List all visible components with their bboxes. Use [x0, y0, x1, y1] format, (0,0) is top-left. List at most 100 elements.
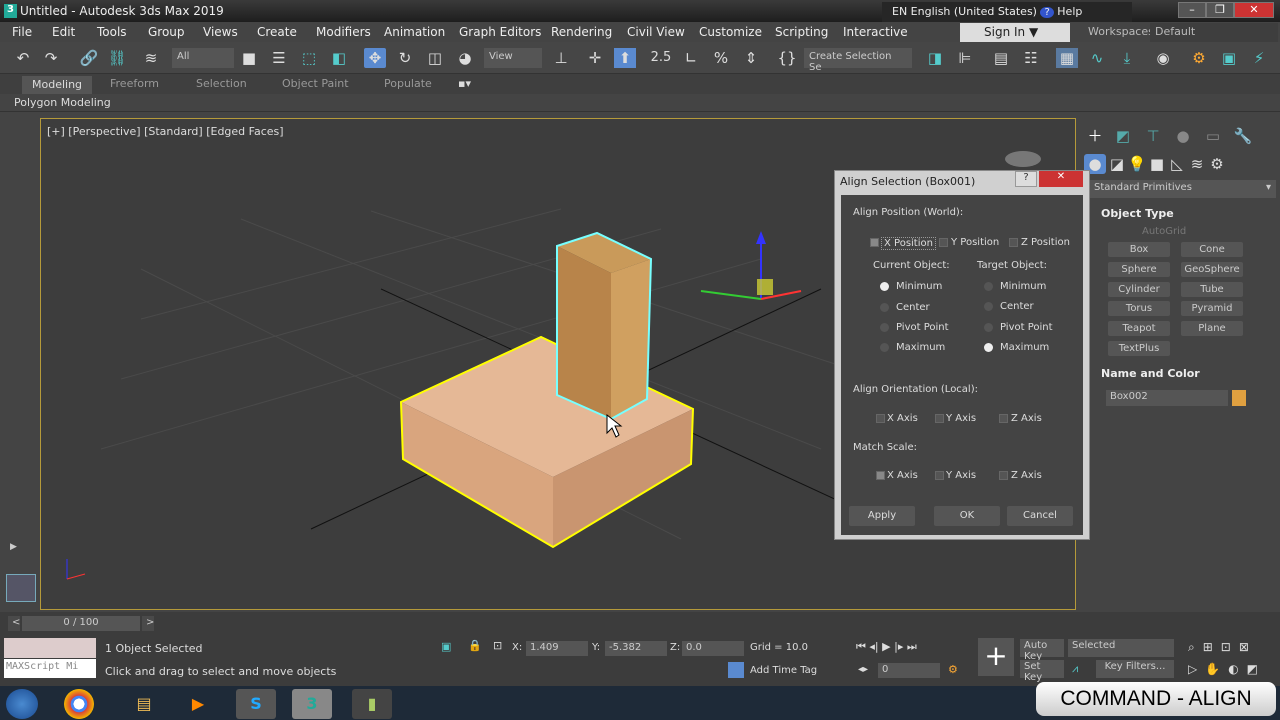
playback-controls[interactable]: ⏮ ◂| ▶ |▸ ⏭ — [856, 640, 917, 654]
named-selection-dropdown[interactable]: Create Selection Se — [804, 48, 912, 73]
orient-z-checkbox[interactable] — [999, 414, 1008, 423]
shapes-icon[interactable]: ◪ — [1106, 154, 1128, 174]
add-time-tag[interactable]: Add Time Tag — [750, 665, 817, 676]
target-pivot-radio[interactable] — [984, 323, 993, 332]
menu-file[interactable]: File — [12, 25, 32, 39]
pivot-center-icon[interactable]: ⊥ — [550, 48, 572, 68]
plane-button[interactable]: Plane — [1181, 321, 1243, 336]
x-coordinate-field[interactable]: 1.409 — [526, 641, 588, 656]
menu-views[interactable]: Views — [203, 25, 238, 39]
ok-button[interactable]: OK — [934, 506, 1000, 526]
target-pivot-label[interactable]: Pivot Point — [1000, 322, 1053, 333]
z-coordinate-field[interactable]: 0.0 — [682, 641, 744, 656]
orient-x-checkbox[interactable] — [876, 414, 885, 423]
current-pivot-radio[interactable] — [880, 323, 889, 332]
menu-tools[interactable]: Tools — [97, 25, 127, 39]
3dsmax-taskbar-icon[interactable]: 3 — [292, 689, 332, 719]
undo-icon[interactable]: ↶ — [12, 48, 34, 68]
orient-x-label[interactable]: X Axis — [887, 413, 918, 424]
apply-button[interactable]: Apply — [849, 506, 915, 526]
toggle-ribbon-icon[interactable]: ▦ — [1056, 48, 1078, 68]
geosphere-button[interactable]: GeoSphere — [1181, 262, 1243, 277]
z-position-label[interactable]: Z Position — [1021, 237, 1070, 248]
key-filters-button[interactable]: Key Filters... — [1096, 660, 1174, 678]
scale-z-checkbox[interactable] — [999, 471, 1008, 480]
render-frame-icon[interactable]: ▣ — [1218, 48, 1240, 68]
menu-rendering[interactable]: Rendering — [551, 25, 612, 39]
pan-icon[interactable]: ✋ — [1205, 662, 1228, 676]
default-tangent-icon[interactable]: ⩘ — [1072, 662, 1078, 676]
menu-animation[interactable]: Animation — [384, 25, 445, 39]
target-center-radio[interactable] — [984, 302, 993, 311]
snap-toggle-icon[interactable]: 2.5 — [650, 48, 672, 68]
textplus-button[interactable]: TextPlus — [1108, 341, 1170, 356]
current-pivot-label[interactable]: Pivot Point — [896, 322, 949, 333]
menu-scripting[interactable]: Scripting — [775, 25, 828, 39]
select-object-icon[interactable]: ■ — [238, 48, 260, 68]
link-icon[interactable]: 🔗 — [78, 48, 100, 68]
help-label[interactable]: Help — [1057, 5, 1082, 18]
orient-z-label[interactable]: Z Axis — [1011, 413, 1042, 424]
maxscript-listener[interactable] — [4, 638, 96, 658]
maxscript-mini-input[interactable]: MAXScript Mi — [4, 659, 96, 678]
menu-edit[interactable]: Edit — [52, 25, 75, 39]
scale-y-checkbox[interactable] — [935, 471, 944, 480]
keyboard-shortcut-override-icon[interactable]: ⬆ — [614, 48, 636, 68]
help-icon[interactable]: ? — [1040, 7, 1054, 18]
tab-populate[interactable]: Populate — [384, 77, 432, 90]
tab-selection[interactable]: Selection — [196, 77, 247, 90]
unlink-icon[interactable]: ⛓ — [106, 48, 128, 68]
target-minimum-radio[interactable] — [984, 282, 993, 291]
maximize-viewport-icon[interactable]: ◩ — [1247, 662, 1266, 676]
polygon-modeling-label[interactable]: Polygon Modeling — [14, 96, 111, 109]
menu-civil-view[interactable]: Civil View — [627, 25, 685, 39]
dialog-close-button[interactable]: ✕ — [1039, 171, 1083, 187]
scale-z-label[interactable]: Z Axis — [1011, 470, 1042, 481]
select-move-icon[interactable]: ✥ — [364, 48, 386, 68]
menu-interactive[interactable]: Interactive — [843, 25, 908, 39]
time-slider[interactable]: 0 / 100 — [22, 616, 140, 631]
workspace-dropdown[interactable]: Default — [1150, 23, 1278, 42]
selection-filter-dropdown[interactable]: All — [172, 48, 234, 68]
cancel-button[interactable]: Cancel — [1007, 506, 1073, 526]
ribbon-options-icon[interactable]: ▪▾ — [458, 77, 471, 90]
scale-y-label[interactable]: Y Axis — [946, 470, 976, 481]
current-maximum-label[interactable]: Maximum — [896, 342, 945, 353]
absolute-mode-icon[interactable]: ⊡ — [493, 639, 502, 652]
helpers-icon[interactable]: ◺ — [1166, 154, 1188, 174]
play-icon[interactable]: ▶ — [882, 640, 890, 653]
file-explorer-icon[interactable]: ▤ — [124, 689, 164, 719]
scale-x-label[interactable]: X Axis — [887, 470, 918, 481]
menu-customize[interactable]: Customize — [699, 25, 762, 39]
set-key-big-button[interactable]: + — [978, 638, 1014, 676]
material-editor-icon[interactable]: ◉ — [1152, 48, 1174, 68]
select-manipulate-icon[interactable]: ✛ — [584, 48, 606, 68]
render-icon[interactable]: ⚡ — [1248, 48, 1270, 68]
selection-lock-icon[interactable]: 🔒 — [468, 639, 482, 652]
hierarchy-tab-icon[interactable]: ⊤ — [1142, 126, 1164, 146]
display-tab-icon[interactable]: ▭ — [1202, 126, 1224, 146]
tab-modeling[interactable]: Modeling — [22, 76, 92, 94]
object-name-field[interactable]: Box002 — [1106, 390, 1228, 406]
box002-column[interactable] — [556, 231, 653, 421]
target-maximum-label[interactable]: Maximum — [1000, 342, 1049, 353]
key-mode-dropdown[interactable]: Selected — [1068, 639, 1174, 657]
pyramid-button[interactable]: Pyramid — [1181, 301, 1243, 316]
cylinder-button[interactable]: Cylinder — [1108, 282, 1170, 297]
fov-icon[interactable]: ▷ — [1188, 662, 1205, 676]
target-center-label[interactable]: Center — [1000, 301, 1034, 312]
time-config-icon[interactable]: ⚙ — [948, 663, 958, 676]
orient-y-label[interactable]: Y Axis — [946, 413, 976, 424]
orient-y-checkbox[interactable] — [935, 414, 944, 423]
object-type-header[interactable]: Object Type — [1101, 207, 1174, 220]
y-position-checkbox[interactable] — [939, 238, 948, 247]
y-coordinate-field[interactable]: -5.382 — [605, 641, 667, 656]
orbit-icon[interactable]: ◐ — [1228, 662, 1246, 676]
time-tag-icon[interactable] — [728, 662, 744, 678]
timeline-next-button[interactable]: > — [142, 616, 154, 631]
percent-snap-icon[interactable]: % — [710, 48, 732, 68]
name-and-color-header[interactable]: Name and Color — [1101, 367, 1200, 380]
sign-in-dropdown[interactable]: Sign In ▼ — [960, 23, 1070, 42]
current-center-radio[interactable] — [880, 303, 889, 312]
autogrid-checkbox[interactable]: AutoGrid — [1142, 226, 1186, 237]
